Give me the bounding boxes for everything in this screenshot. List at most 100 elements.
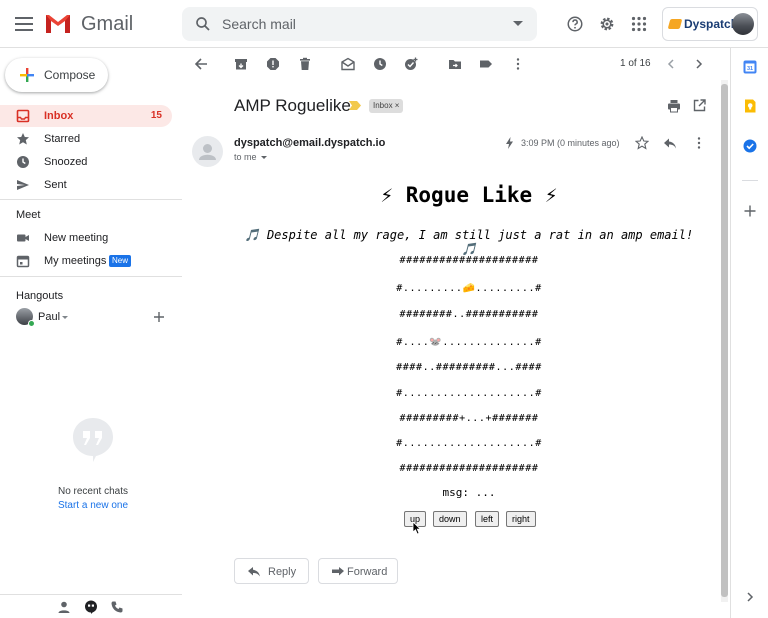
search-options-chevron-down-icon[interactable] xyxy=(513,21,523,26)
side-panel xyxy=(730,48,768,618)
map-row: ##################### xyxy=(399,463,539,474)
compose-label: Compose xyxy=(44,68,96,82)
sidebar-item-label: Sent xyxy=(44,179,67,191)
open-in-new-window-icon[interactable] xyxy=(693,99,706,112)
forward-label: Forward xyxy=(347,566,388,578)
reply-label: Reply xyxy=(268,566,297,578)
search-icon[interactable] xyxy=(194,15,212,33)
sidebar-item-inbox[interactable]: Inbox 15 xyxy=(0,105,172,127)
calendar-icon xyxy=(16,255,30,268)
send-icon xyxy=(17,180,29,190)
account-avatar[interactable] xyxy=(732,13,754,35)
map-row: ##################### xyxy=(399,255,539,266)
move-right-button[interactable]: right xyxy=(506,511,536,527)
account-switcher[interactable]: Dyspatch xyxy=(662,7,758,41)
hangouts-user[interactable]: Paul xyxy=(16,308,166,330)
map-row: #########+...+####### xyxy=(399,413,539,424)
snooze-clock-icon[interactable] xyxy=(373,57,387,71)
get-addons-plus-icon[interactable] xyxy=(743,204,757,218)
phone-icon[interactable] xyxy=(110,600,124,614)
search-bar[interactable] xyxy=(182,7,537,41)
app-name: Gmail xyxy=(81,13,134,35)
older-chevron-left-icon[interactable] xyxy=(664,57,678,71)
add-contact-plus-icon[interactable] xyxy=(152,310,166,324)
google-tasks-icon[interactable] xyxy=(743,139,757,153)
map-row-player: #....🐭..............# xyxy=(396,337,542,348)
label-tag-icon[interactable] xyxy=(479,57,493,71)
reply-button[interactable]: Reply xyxy=(234,558,309,584)
received-time: 3:09 PM (0 minutes ago) xyxy=(521,138,620,148)
sidebar-item-label: New meeting xyxy=(44,232,109,244)
print-icon[interactable] xyxy=(667,99,681,113)
sidebar-item-snoozed[interactable]: Snoozed xyxy=(0,151,172,173)
meet-section-title: Meet xyxy=(16,209,41,221)
side-panel-divider xyxy=(742,180,758,181)
importance-marker-icon[interactable] xyxy=(349,101,361,110)
report-spam-icon[interactable] xyxy=(266,57,280,71)
sender-avatar[interactable] xyxy=(192,136,223,167)
person-icon[interactable] xyxy=(57,600,71,614)
add-task-icon[interactable] xyxy=(404,57,418,71)
video-camera-icon xyxy=(17,234,29,242)
sidebar-item-label: Starred xyxy=(44,133,81,145)
map-row: #....................# xyxy=(396,438,542,449)
map-row: #....................# xyxy=(396,388,542,399)
game-tagline: 🎵 Despite all my rage, I am still just a… xyxy=(244,228,694,256)
hangouts-user-name: Paul xyxy=(38,311,61,323)
sidebar-item-new-meeting[interactable]: New meeting xyxy=(0,227,172,249)
pagination-text: 1 of 16 xyxy=(620,58,651,69)
main-menu-icon[interactable] xyxy=(14,14,34,34)
move-left-button[interactable]: left xyxy=(475,511,500,527)
hangouts-section-title: Hangouts xyxy=(16,290,64,302)
search-input[interactable] xyxy=(222,14,482,34)
move-down-button[interactable]: down xyxy=(433,511,467,527)
reply-arrow-icon[interactable] xyxy=(663,137,677,150)
svg-text:31: 31 xyxy=(747,66,753,72)
reply-icon xyxy=(248,567,260,577)
gear-icon[interactable] xyxy=(596,13,618,35)
sender-address[interactable]: dyspatch@email.dyspatch.io xyxy=(234,137,385,149)
hangouts-chat-icon[interactable] xyxy=(84,600,98,614)
unread-count-badge: 15 xyxy=(150,110,162,121)
recipient-text[interactable]: to me xyxy=(234,152,257,162)
compose-button[interactable]: Compose xyxy=(5,58,108,92)
start-new-chat-link[interactable]: Start a new one xyxy=(0,500,186,511)
gmail-logo-icon xyxy=(46,15,70,33)
mouse-pointer-icon xyxy=(412,521,422,535)
game-title: ⚡ Rogue Like ⚡ xyxy=(380,183,558,207)
more-vert-icon[interactable] xyxy=(511,57,525,71)
star-outline-icon[interactable] xyxy=(635,136,649,150)
new-badge: New xyxy=(109,255,132,267)
brand-name: Dyspatch xyxy=(684,17,739,31)
no-chats-text: No recent chats xyxy=(57,486,129,497)
archive-icon[interactable] xyxy=(234,57,248,71)
help-icon[interactable] xyxy=(564,13,586,35)
map-row: ####..#########...#### xyxy=(396,362,542,373)
recipient-details-chevron-down-icon[interactable] xyxy=(261,156,267,159)
move-to-folder-icon[interactable] xyxy=(448,57,462,71)
mark-unread-icon[interactable] xyxy=(341,57,355,71)
map-row-cheese: #.........🧀.........# xyxy=(396,283,542,294)
expand-panel-chevron-right-icon[interactable] xyxy=(743,590,757,604)
google-keep-icon[interactable] xyxy=(743,99,757,113)
sidebar-divider xyxy=(0,199,182,200)
sidebar-item-my-meetings[interactable]: My meetings New xyxy=(0,250,172,272)
star-icon xyxy=(17,133,29,145)
message-more-vert-icon[interactable] xyxy=(696,136,702,150)
top-bar: Gmail Dyspatch xyxy=(0,0,768,48)
google-calendar-icon[interactable]: 31 xyxy=(743,60,757,74)
scrollbar-thumb[interactable] xyxy=(721,84,728,597)
chevron-down-icon[interactable] xyxy=(62,316,68,319)
back-arrow-icon[interactable] xyxy=(194,57,208,71)
sidebar-item-label: My meetings xyxy=(44,255,107,267)
hangouts-quote-bubble-icon xyxy=(73,418,113,462)
apps-grid-icon[interactable] xyxy=(628,13,650,35)
sidebar-item-starred[interactable]: Starred xyxy=(0,128,172,150)
newer-chevron-right-icon[interactable] xyxy=(692,57,706,71)
email-subject: AMP Roguelike xyxy=(234,96,351,115)
gmail-window: Gmail Dyspatch xyxy=(0,0,768,618)
inbox-label-chip[interactable]: Inbox × xyxy=(369,99,404,113)
sidebar-item-sent[interactable]: Sent xyxy=(0,174,172,196)
forward-button[interactable]: Forward xyxy=(318,558,398,584)
trash-icon[interactable] xyxy=(298,57,312,71)
